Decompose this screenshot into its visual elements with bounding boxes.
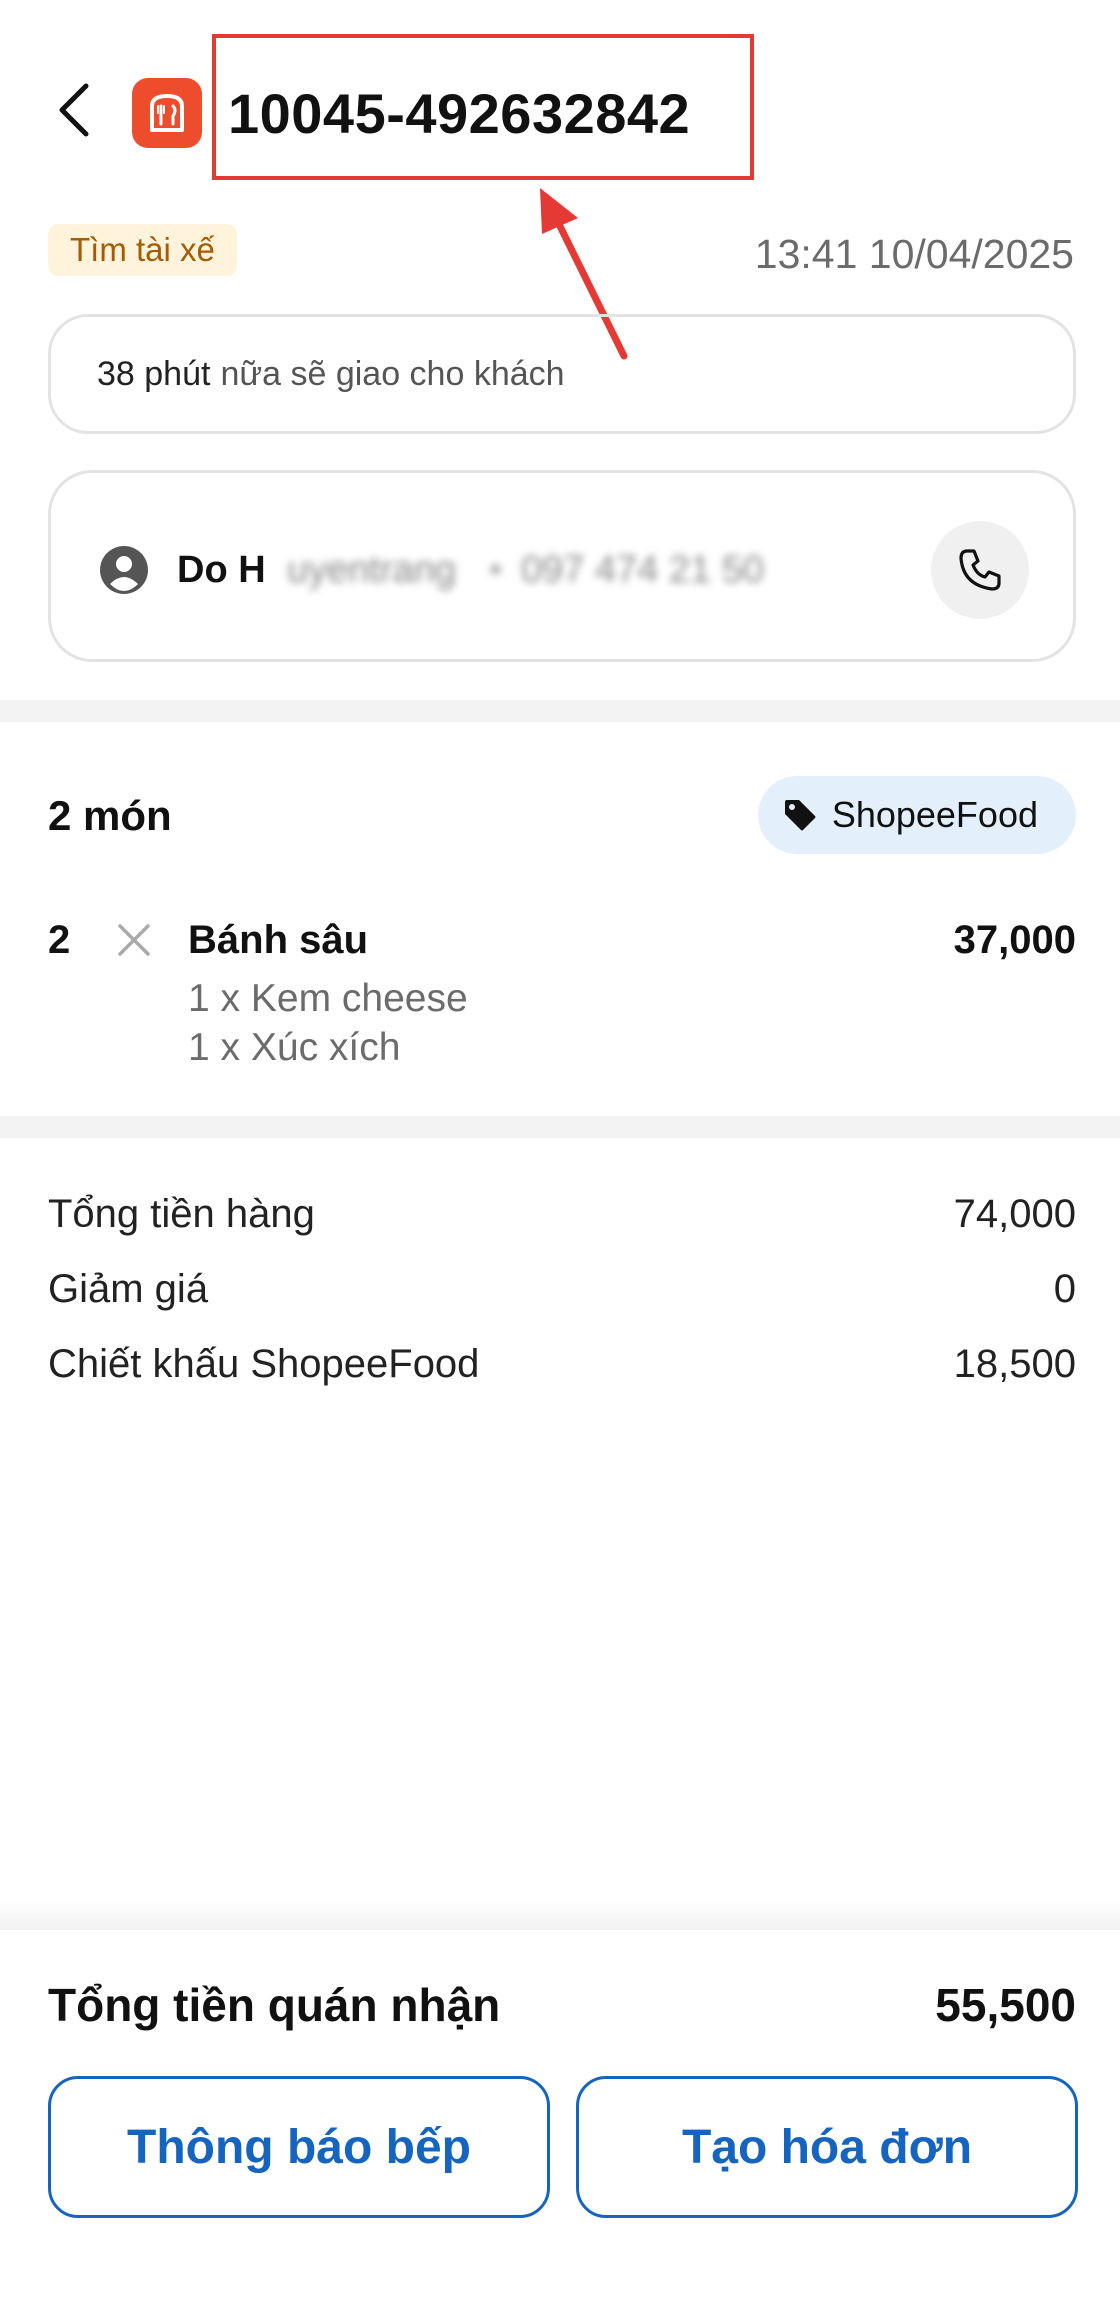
status-badge: Tìm tài xế — [48, 224, 237, 276]
eta-text: nữa sẽ giao cho khách — [220, 354, 565, 393]
platform-badge: ShopeeFood — [757, 776, 1076, 854]
section-divider — [0, 1116, 1120, 1138]
total-row: Tổng tiền quán nhận 55,500 — [48, 1970, 1076, 2040]
notify-kitchen-button[interactable]: Thông báo bếp — [48, 2076, 550, 2218]
summary-row-subtotal: Tổng tiền hàng 74,000 — [48, 1186, 1076, 1261]
items-count: 2 món — [48, 792, 172, 839]
user-circle-icon — [100, 546, 148, 594]
customer-name: Do H — [177, 549, 266, 591]
chevron-left-icon — [59, 83, 89, 137]
order-timestamp: 13:41 10/04/2025 — [754, 231, 1074, 277]
summary-value: 74,000 — [953, 1192, 1076, 1236]
item-option: 1 x Kem cheese — [188, 977, 468, 1020]
summary-value: 18,500 — [953, 1342, 1076, 1386]
customer-name-blurred: uyentrang — [287, 549, 457, 591]
summary-row-discount: Giảm giá 0 — [48, 1261, 1076, 1336]
tag-icon — [784, 800, 816, 831]
shopeefood-logo-icon — [132, 78, 202, 148]
customer-phone: 097 474 21 50 — [521, 549, 765, 591]
summary-value: 0 — [1053, 1267, 1076, 1311]
back-button[interactable] — [44, 70, 104, 150]
eta-time: 38 phút — [97, 354, 211, 393]
summary-label: Tổng tiền hàng — [48, 1192, 315, 1236]
section-divider — [0, 700, 1120, 722]
highlight-box — [212, 34, 754, 180]
summary-label: Giảm giá — [48, 1267, 209, 1311]
eta-card: 38 phút nữa sẽ giao cho khách — [48, 314, 1076, 434]
multiply-icon — [118, 924, 150, 956]
bottom-bar-shadow — [0, 1900, 1120, 1930]
create-invoice-button[interactable]: Tạo hóa đơn — [576, 2076, 1078, 2218]
item-price: 37,000 — [953, 918, 1076, 962]
summary-row-commission: Chiết khấu ShopeeFood 18,500 — [48, 1336, 1076, 1411]
separator-dot: • — [489, 549, 503, 591]
total-label: Tổng tiền quán nhận — [48, 1979, 501, 2031]
item-quantity: 2 — [48, 918, 71, 962]
item-name: Bánh sâu — [188, 918, 369, 962]
header: 10045-492632842 — [0, 0, 1120, 360]
platform-name: ShopeeFood — [831, 794, 1038, 835]
summary-label: Chiết khấu ShopeeFood — [48, 1342, 480, 1386]
total-value: 55,500 — [935, 1979, 1076, 2031]
item-option: 1 x Xúc xích — [188, 1026, 401, 1069]
phone-icon — [959, 549, 1001, 591]
order-item: 2 Bánh sâu 1 x Kem cheese 1 x Xúc xích 3… — [48, 910, 1076, 1080]
price-summary: Tổng tiền hàng 74,000 Giảm giá 0 Chiết k… — [48, 1186, 1076, 1411]
customer-card: Do H uyentrang • 097 474 21 50 — [48, 470, 1076, 662]
call-button[interactable] — [931, 521, 1029, 619]
